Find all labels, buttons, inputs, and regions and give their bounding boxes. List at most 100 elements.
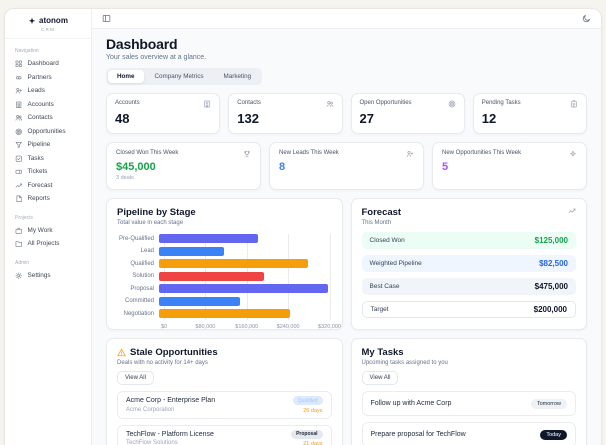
tab-company-metrics[interactable]: Company Metrics [146, 70, 213, 83]
forecast-value: $475,000 [534, 282, 568, 291]
chart-bar [159, 234, 258, 243]
chart-row: Solution [117, 271, 332, 281]
stat-label: Pending Tasks [481, 100, 521, 106]
stat-value: 8 [279, 161, 286, 173]
sidebar-item-label: Opportunities [27, 127, 66, 135]
nav-section-admin: Admin [15, 259, 30, 266]
opportunity-company: TechFlow Solutions [126, 440, 178, 445]
x-tick: $80,000 [195, 323, 216, 330]
reports-icon [15, 195, 23, 203]
tasks-view-all-button[interactable]: View All [361, 371, 399, 385]
chart-forecast-row: Pipeline by Stage Total value in each st… [106, 198, 587, 330]
stat-label: Closed Won This Week [116, 150, 179, 156]
sidebar-item-pipeline[interactable]: Pipeline [5, 138, 91, 152]
user-plus-icon [406, 150, 414, 158]
x-tick: $240,000 [276, 323, 300, 330]
dashboard-icon [15, 60, 23, 68]
sidebar-item-label: Accounts [27, 100, 54, 108]
contacts-icon [15, 114, 23, 122]
chart-bar [159, 284, 329, 293]
sidebar-item-settings[interactable]: Settings [5, 269, 91, 283]
stat-value: $45,000 [116, 161, 156, 173]
chart-bar [159, 259, 309, 268]
stat-card-contacts: Contacts 132 [228, 93, 343, 134]
sidebar-item-leads[interactable]: Leads [5, 84, 91, 98]
tab-marketing[interactable]: Marketing [215, 70, 261, 83]
sidebar-item-dashboard[interactable]: Dashboard [5, 57, 91, 71]
sidebar-item-label: Reports [27, 195, 50, 203]
forecast-label: Best Case [369, 283, 400, 290]
forecast-value: $200,000 [533, 305, 567, 314]
opportunity-name: Acme Corp - Enterprise Plan [126, 397, 216, 404]
theme-toggle-icon[interactable] [582, 14, 591, 23]
stat-label: Open Opportunities [359, 100, 412, 106]
sidebar-item-tickets[interactable]: Tickets [5, 165, 91, 179]
forecast-row-best-case: Best Case $475,000 [361, 278, 576, 295]
weekly-stats-row: Closed Won This Week $45,000 3 deals New… [106, 142, 587, 190]
tickets-icon [15, 168, 23, 176]
sidebar-item-reports[interactable]: Reports [5, 192, 91, 206]
stat-value: 12 [481, 111, 497, 126]
sidebar-item-contacts[interactable]: Contacts [5, 111, 91, 125]
stale-view-all-button[interactable]: View All [117, 371, 154, 385]
forecast-panel: Forecast This Month Closed Won $125,000 … [350, 198, 587, 330]
stale-opportunity-row[interactable]: Acme Corp - Enterprise Plan Acme Corpora… [117, 391, 332, 419]
pipeline-icon [15, 141, 23, 149]
stage-badge: Qualified [292, 396, 323, 405]
opportunities-icon [15, 128, 23, 136]
stat-label: Contacts [237, 100, 261, 106]
forecast-title: Forecast [361, 207, 402, 218]
stale-days: 21 days [303, 441, 323, 445]
task-name: Follow up with Acme Corp [370, 400, 452, 407]
sidebar-item-accounts[interactable]: Accounts [5, 98, 91, 112]
sidebar-item-tasks[interactable]: Tasks [5, 152, 91, 166]
chart-subtitle: Total value in each stage [117, 220, 184, 226]
stale-title: Stale Opportunities [130, 347, 218, 358]
dashboard-content: Dashboard Your sales overview at a glanc… [92, 29, 601, 445]
chart-bar [159, 246, 224, 256]
task-name: Prepare proposal for TechFlow [370, 431, 466, 438]
tasks-title: My Tasks [361, 347, 404, 358]
brand-logo[interactable]: atonom CRM [5, 9, 91, 39]
sidebar-item-label: Forecast [27, 181, 53, 189]
stale-opportunity-row[interactable]: TechFlow - Platform License TechFlow Sol… [117, 424, 332, 445]
forecast-label: Weighted Pipeline [369, 260, 422, 267]
sidebar-item-partners[interactable]: Partners [5, 71, 91, 85]
trophy-icon [243, 150, 251, 158]
sidebar-item-all-projects[interactable]: All Projects [5, 237, 91, 251]
logo-spark-icon [28, 17, 36, 25]
sidebar-item-label: My Work [27, 226, 53, 234]
topbar [92, 9, 601, 29]
sidebar-item-label: Tasks [27, 154, 44, 162]
sidebar-item-opportunities[interactable]: Opportunities [5, 125, 91, 139]
chart-row: Negotiation [117, 309, 332, 318]
stat-label: New Leads This Week [279, 150, 339, 156]
my-tasks-panel: My Tasks Upcoming tasks assigned to you … [350, 338, 587, 445]
opportunity-name: TechFlow - Platform License [126, 430, 214, 438]
leads-icon [15, 87, 23, 95]
sparkles-icon [569, 150, 577, 158]
chart-category-label: Negotiation [123, 310, 154, 317]
forecast-row-target: Target $200,000 [361, 301, 576, 318]
stat-label: New Opportunities This Week [442, 150, 522, 156]
chart-x-axis: $0 $80,000 $160,000 $240,000 $320,000 [160, 322, 341, 330]
page-title: Dashboard [106, 36, 178, 52]
chart-bar [159, 309, 290, 318]
accounts-icon [15, 101, 23, 109]
task-row[interactable]: Follow up with Acme Corp Tomorrow [361, 391, 576, 416]
sidebar-item-my-work[interactable]: My Work [5, 224, 91, 238]
stale-opportunities-panel: Stale Opportunities Deals with no activi… [106, 338, 343, 445]
tab-home[interactable]: Home [108, 70, 144, 83]
task-row[interactable]: Prepare proposal for TechFlow Today [361, 422, 576, 445]
panel-toggle-icon[interactable] [102, 14, 111, 23]
nav-section-projects: Projects [15, 214, 34, 221]
stat-card-closed-won-week: Closed Won This Week $45,000 3 deals [106, 142, 261, 190]
stat-label: Accounts [115, 100, 140, 106]
sidebar-item-label: Tickets [27, 168, 48, 176]
due-badge: Tomorrow [530, 398, 567, 409]
sidebar-item-forecast[interactable]: Forecast [5, 179, 91, 193]
stat-value: 48 [115, 111, 130, 126]
forecast-row-weighted-pipeline: Weighted Pipeline $82,500 [361, 255, 576, 272]
x-tick: $0 [160, 323, 168, 330]
due-badge: Today [540, 429, 567, 440]
